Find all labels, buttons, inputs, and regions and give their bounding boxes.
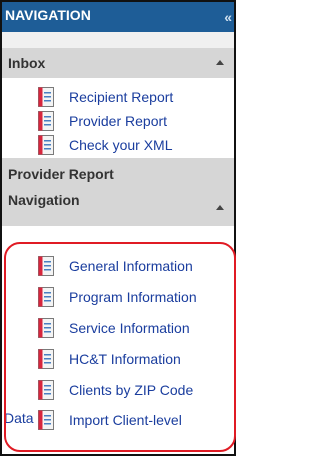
inbox-section-header[interactable]: Inbox (2, 48, 234, 78)
report-icon (38, 318, 54, 338)
chevron-up-icon[interactable] (216, 205, 224, 210)
provider-section-subtitle: Navigation (8, 192, 80, 208)
menu-item-label[interactable]: Check your XML (69, 137, 172, 153)
report-icon (38, 410, 54, 430)
menu-item-label[interactable]: Clients by ZIP Code (69, 382, 193, 398)
menu-item-label[interactable]: Import Client-level (69, 412, 182, 428)
navigation-title: NAVIGATION (5, 7, 91, 23)
report-icon (38, 380, 54, 400)
inbox-section-title: Inbox (8, 55, 46, 71)
report-icon (38, 111, 54, 131)
navigation-panel: NAVIGATION « Inbox Recipient Report Prov… (0, 0, 236, 456)
report-icon (38, 287, 54, 307)
collapse-icon[interactable]: « (224, 9, 232, 25)
menu-item-label[interactable]: HC&T Information (69, 351, 181, 367)
menu-item-label[interactable]: General Information (69, 258, 193, 274)
menu-item-label[interactable]: Provider Report (69, 113, 167, 129)
navigation-header: NAVIGATION « (2, 2, 234, 32)
chevron-up-icon[interactable] (216, 60, 224, 65)
inbox-items: Recipient Report Provider Report Check y… (2, 78, 234, 158)
provider-items: General Information Program Information … (2, 226, 234, 454)
report-icon (38, 349, 54, 369)
menu-item-label-continued[interactable]: Data (4, 410, 34, 426)
menu-item-label[interactable]: Recipient Report (69, 89, 173, 105)
menu-item-label[interactable]: Program Information (69, 289, 197, 305)
provider-section-title: Provider Report (8, 166, 114, 182)
report-icon (38, 87, 54, 107)
report-icon (38, 256, 54, 276)
menu-item-label[interactable]: Service Information (69, 320, 190, 336)
report-icon (38, 135, 54, 155)
